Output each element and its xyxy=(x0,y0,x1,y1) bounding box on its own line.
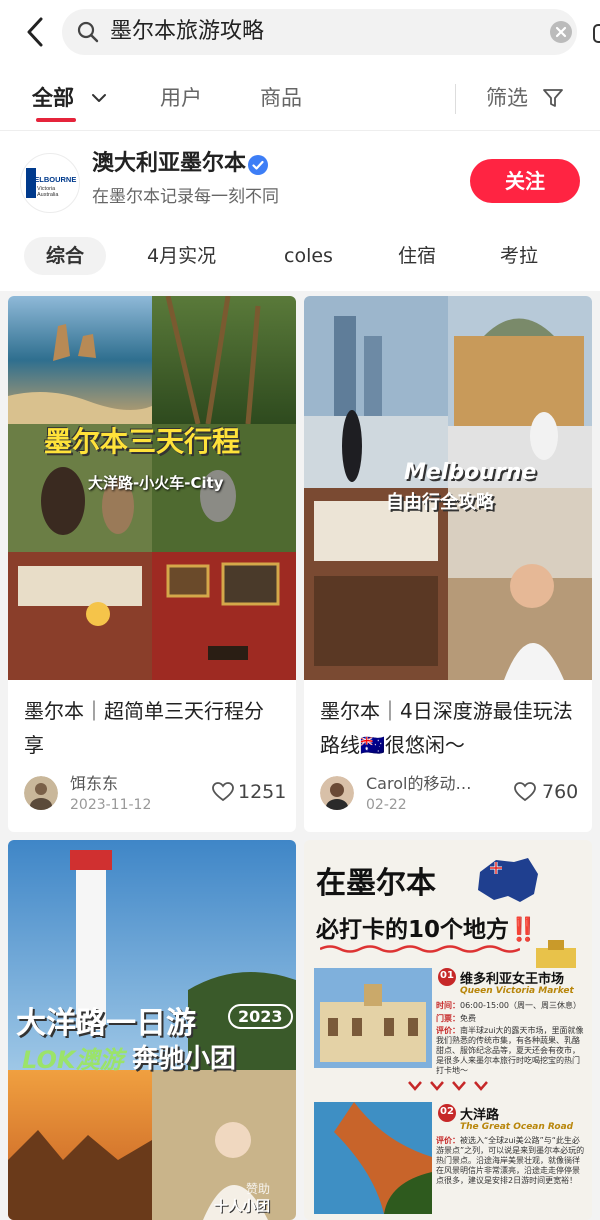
chip-coles[interactable]: coles xyxy=(284,237,333,275)
like-count: 1251 xyxy=(238,781,287,803)
filter-icon[interactable] xyxy=(541,86,565,110)
author-avatar[interactable] xyxy=(24,776,58,810)
note-date: 2023-11-12 xyxy=(70,797,152,813)
cover-overlay-subtitle: 大洋路-小火车-City xyxy=(88,474,224,492)
item-name: 大洋路 xyxy=(460,1108,500,1123)
verified-badge-icon xyxy=(248,155,268,175)
heart-icon[interactable] xyxy=(514,782,536,802)
back-arrow-icon[interactable] xyxy=(18,14,54,50)
note-title[interactable]: 墨尔本｜4日深度游最佳玩法路线🇦🇺很悠闲～ xyxy=(320,694,576,762)
item-number: 01 xyxy=(440,970,454,981)
cover-overlay-brand: LOK澳游 xyxy=(22,1046,124,1074)
svg-text:MELBOURNE: MELBOURNE xyxy=(28,175,76,184)
market-photo xyxy=(314,968,432,1068)
chip-accommodation[interactable]: 住宿 xyxy=(398,237,436,275)
cover-overlay-title: 大洋路一日游 xyxy=(16,1006,196,1041)
heart-icon[interactable] xyxy=(212,782,234,802)
decorative-wave xyxy=(320,945,520,953)
australia-flag-map xyxy=(478,858,538,902)
cover-overlay-small: 十人小团 xyxy=(214,1199,270,1215)
like-count: 760 xyxy=(542,781,579,803)
search-query[interactable]: 墨尔本旅游攻略 xyxy=(110,17,264,47)
author-name[interactable]: Carol的移动… xyxy=(366,774,471,794)
clear-icon[interactable] xyxy=(549,20,573,44)
note-date: 02-22 xyxy=(366,797,407,813)
tab-users[interactable]: 用户 xyxy=(160,84,202,112)
item-english-name: Queen Victoria Market xyxy=(460,986,574,996)
camera-icon[interactable] xyxy=(592,19,600,45)
cover-overlay-heading: 在墨尔本 xyxy=(316,866,436,901)
item-ticket: 门票：免费 xyxy=(436,1014,476,1023)
top-bar: 墨尔本旅游攻略 xyxy=(0,0,600,66)
cover-overlay-year: 2023 xyxy=(228,1004,293,1029)
account-description: 在墨尔本记录每一刻不同 xyxy=(92,187,279,207)
item-name: 维多利亚女王市场 xyxy=(460,972,565,987)
search-icon xyxy=(77,21,99,43)
chevron-down-icon[interactable] xyxy=(90,89,108,107)
coast-photo xyxy=(314,1102,432,1214)
note-author[interactable]: Carol的移动… 02-22 760 xyxy=(320,774,580,814)
cover-overlay-title: Melbourne xyxy=(404,460,537,485)
note-card[interactable]: 大洋路一日游 2023 LOK澳游 奔驰小团 十人小团 赞助 xyxy=(8,840,296,1220)
search-tabs: 全部 用户 商品 筛选 xyxy=(0,66,600,130)
cover-overlay-subtitle: 奔驰小团 xyxy=(132,1044,237,1074)
building-illustration xyxy=(536,940,576,968)
item-number: 02 xyxy=(440,1106,454,1117)
svg-text:Australia: Australia xyxy=(37,192,59,198)
active-tab-indicator xyxy=(36,118,76,122)
melbourne-logo: MELBOURNE Victoria Australia xyxy=(26,168,76,198)
tab-divider xyxy=(455,84,456,114)
note-card[interactable]: 墨尔本三天行程 大洋路-小火车-City 墨尔本｜超简单三天行程分享 饵东东 2… xyxy=(8,296,296,832)
cover-overlay-subtitle: 自由行全攻略 xyxy=(386,492,494,513)
decorative-chevrons xyxy=(408,1081,488,1091)
sponsored-tag: 赞助 xyxy=(246,1182,271,1196)
tab-all[interactable]: 全部 xyxy=(32,84,74,112)
account-topic-chips: 综合 4月实况 coles 住宿 考拉 xyxy=(0,233,600,277)
account-avatar[interactable]: MELBOURNE Victoria Australia xyxy=(20,153,80,213)
note-card[interactable]: Melbourne 自由行全攻略 墨尔本｜4日深度游最佳玩法路线🇦🇺很悠闲～ C… xyxy=(304,296,592,832)
author-name[interactable]: 饵东东 xyxy=(70,774,118,794)
account-name[interactable]: 澳大利亚墨尔本 xyxy=(92,149,246,179)
item-review: 评价：被选入“全球zui美公路”与“此生必游景点”之列，可以说是来到墨尔本必玩的… xyxy=(436,1136,585,1185)
item-time: 时间：06:00-15:00（周一、周三休息） xyxy=(436,1001,581,1010)
cover-overlay-title: 墨尔本三天行程 xyxy=(44,425,241,458)
chip-comprehensive[interactable]: 综合 xyxy=(24,237,107,275)
account-card[interactable]: MELBOURNE Victoria Australia 澳大利亚墨尔本 在墨尔… xyxy=(0,130,600,291)
author-avatar[interactable] xyxy=(320,776,354,810)
item-review: 评价：南半球zui大的露天市场，里面就像我们熟悉的传统市集，有各种蔬果、乳酪甜点… xyxy=(436,1026,584,1075)
chip-april-live[interactable]: 4月实况 xyxy=(147,237,216,275)
filter-button[interactable]: 筛选 xyxy=(486,84,528,112)
note-author[interactable]: 饵东东 2023-11-12 1251 xyxy=(24,774,287,814)
follow-button[interactable]: 关注 xyxy=(470,159,580,203)
tab-goods[interactable]: 商品 xyxy=(260,84,302,112)
note-card[interactable]: 在墨尔本 必打卡的10个地方‼️ 01 维多利亚女王市场 Queen Victo… xyxy=(304,840,592,1220)
chip-koala[interactable]: 考拉 xyxy=(500,237,538,275)
note-title[interactable]: 墨尔本｜超简单三天行程分享 xyxy=(24,694,280,762)
search-bar[interactable]: 墨尔本旅游攻略 xyxy=(62,9,600,55)
cover-overlay-subheading: 必打卡的10个地方‼️ xyxy=(316,917,538,943)
item-english-name: The Great Ocean Road xyxy=(460,1122,574,1132)
